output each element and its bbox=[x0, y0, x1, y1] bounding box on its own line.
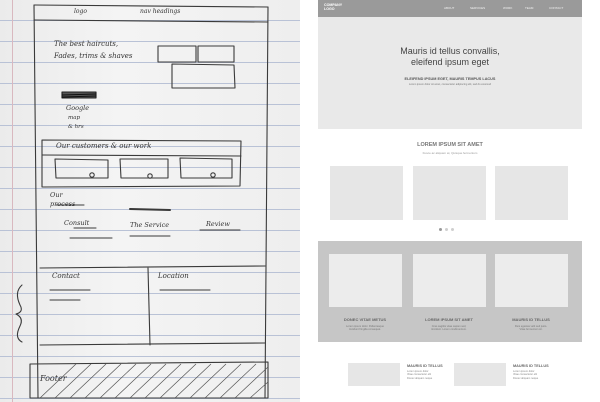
bottom-text-1: Lorem ipsum dolor Vitae consectetur elit… bbox=[407, 370, 432, 380]
sketch-hero-line-1: The best haircuts, bbox=[54, 40, 119, 48]
feature-text-1: Lorem ipsum dolor. Pellentesque tincidun… bbox=[325, 325, 405, 332]
feature-image-2 bbox=[413, 254, 486, 307]
feature-title-2: LOREM IPSUM SIT AMET bbox=[425, 317, 473, 322]
bottom-title-2: MAURIS ID TELLUS bbox=[513, 364, 549, 368]
hero-title-line-2: eleifend ipsum eget bbox=[410, 57, 490, 67]
site-header: COMPANY LOGO ABOUT SERVICES WORK TEAM CO… bbox=[318, 0, 582, 17]
hero-title: Mauris id tellus convallis, eleifend ips… bbox=[318, 46, 582, 68]
nav-services[interactable]: SERVICES bbox=[470, 6, 485, 10]
sketch-cta-line-3: & hrs bbox=[68, 124, 84, 130]
sketch-hero-line-2: Fades, trims & shaves bbox=[54, 52, 133, 60]
feature-text-2-line-2: tincidunt. Lorem condimentum. bbox=[431, 328, 467, 332]
sketch-footer-label: Footer bbox=[40, 374, 67, 383]
sketch-logo-label: logo bbox=[74, 8, 87, 15]
carousel-dot-2[interactable] bbox=[445, 228, 448, 231]
feature-text-3: Duis egestas velit sed justo. Vitae ferm… bbox=[491, 325, 571, 332]
sketch-location-label: Location bbox=[158, 272, 189, 280]
carousel-card-2[interactable] bbox=[413, 166, 486, 220]
section-subtitle: Fusce ac aliquam at, Quisque fermentum bbox=[422, 151, 478, 155]
carousel-dot-1[interactable] bbox=[439, 228, 442, 231]
sketch-drawing bbox=[15, 4, 269, 399]
bottom-title-1: MAURIS ID TELLUS bbox=[407, 364, 443, 368]
feature-text-2: Cras sagittis vitae sapien sed, tincidun… bbox=[409, 325, 489, 332]
sketch-customers-title: Our customers & our work bbox=[56, 142, 152, 150]
bottom-text-2-line-3: Donec aliquam neque bbox=[513, 376, 539, 380]
sketch-process-title-2: process bbox=[50, 200, 76, 208]
bottom-text-1-line-3: Donec aliquam neque bbox=[407, 376, 433, 380]
feature-title-1: DONEC VITAE METUS bbox=[343, 317, 387, 322]
bottom-image-2 bbox=[454, 363, 506, 386]
feature-image-1 bbox=[329, 254, 402, 307]
nav-team[interactable]: TEAM bbox=[525, 6, 533, 10]
hero-title-line-1: Mauris id tellus convallis, bbox=[400, 46, 500, 56]
company-logo[interactable]: COMPANY LOGO bbox=[324, 3, 342, 11]
sketch-nav-label: nav headings bbox=[140, 8, 181, 15]
feature-text-3-line-2: Vitae fermentum sit. bbox=[519, 328, 543, 332]
nav-about[interactable]: ABOUT bbox=[444, 6, 454, 10]
feature-text-1-line-2: tincidunt fringilla consequat. bbox=[348, 328, 381, 332]
nav-work[interactable]: WORK bbox=[503, 6, 512, 10]
sketch-process-title-1: Our bbox=[50, 191, 63, 199]
hero-section: Mauris id tellus convallis, eleifend ips… bbox=[318, 17, 582, 129]
wireframe-mockup: COMPANY LOGO ABOUT SERVICES WORK TEAM CO… bbox=[300, 0, 600, 402]
hero-subtitle: ELEIFEND IPSUM EGET, MAURIS TEMPUS LACUS bbox=[404, 77, 496, 81]
sketch-process-step-1: Consult bbox=[64, 219, 90, 227]
nav-contact[interactable]: CONTACT bbox=[549, 6, 563, 10]
hero-description: Lorem ipsum dolor sit amet, consectetur … bbox=[408, 83, 492, 86]
sketch-process-step-3: Review bbox=[206, 220, 230, 228]
carousel-card-3[interactable] bbox=[495, 166, 568, 220]
sketch-contact-label: Contact bbox=[52, 272, 80, 280]
feature-title-3: MAURIS ID TELLUS bbox=[512, 317, 550, 322]
logo-line-2: LOGO bbox=[324, 7, 335, 11]
sketch-cta-line-2: map bbox=[68, 115, 81, 121]
carousel-dot-3[interactable] bbox=[451, 228, 454, 231]
bottom-image-1 bbox=[348, 363, 400, 386]
bottom-text-2: Lorem ipsum dolor Vitae consectetur elit… bbox=[513, 370, 538, 380]
carousel-dots bbox=[439, 228, 461, 232]
sketch-cta-line-1: Google bbox=[66, 104, 90, 112]
feature-image-3 bbox=[495, 254, 568, 307]
sketch-process-step-2: The Service bbox=[130, 221, 170, 229]
features-band: DONEC VITAE METUS LOREM IPSUM SIT AMET M… bbox=[318, 241, 582, 342]
section-title: LOREM IPSUM SIT AMET bbox=[417, 142, 483, 148]
carousel-card-1[interactable] bbox=[330, 166, 403, 220]
hand-drawn-sketch: logo nav headings The best haircuts, Fad… bbox=[0, 0, 300, 402]
